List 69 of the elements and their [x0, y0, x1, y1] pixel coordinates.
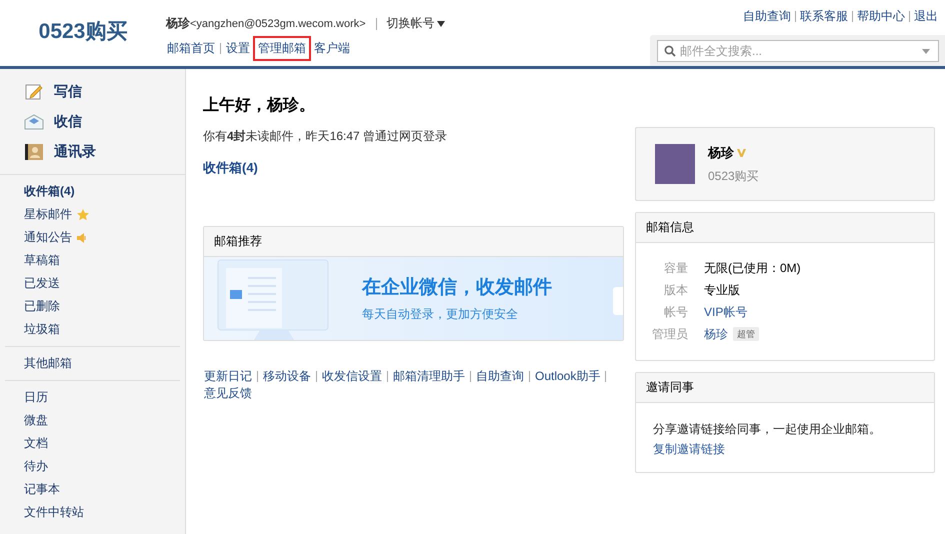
nav-link[interactable]: 设置	[225, 39, 251, 58]
folder-link[interactable]: 收件箱(4)	[24, 180, 180, 203]
folder-link[interactable]: 已删除	[24, 295, 180, 318]
promo-headline: 在企业微信，收发邮件	[362, 276, 552, 300]
search-field[interactable]: 邮件全文搜索...	[657, 40, 939, 62]
star-icon	[77, 208, 89, 220]
promo-banner[interactable]: 在企业微信，收发邮件 每天自动登录，更加方便安全	[204, 257, 623, 340]
pencil-note-icon	[24, 83, 44, 101]
speaker-icon	[77, 232, 87, 242]
folder-link[interactable]: 已发送	[24, 272, 180, 295]
sidebar-action[interactable]: 通讯录	[24, 137, 185, 167]
role-tag: 超管	[733, 327, 759, 341]
info-label: 版本	[663, 282, 688, 298]
card-title: 邮箱信息	[636, 213, 934, 243]
footer-link[interactable]: 移动设备	[262, 369, 312, 384]
nav-link[interactable]: 客户端	[313, 39, 351, 58]
card-title: 邀请同事	[636, 373, 934, 403]
other-mailbox-link[interactable]: 其他邮箱	[24, 352, 180, 375]
top-link[interactable]: 退出	[914, 8, 938, 25]
info-label: 容量	[663, 260, 688, 276]
folder-link[interactable]: 垃圾箱	[24, 318, 180, 341]
admin-name-link[interactable]: 杨珍	[704, 326, 728, 342]
nav-link[interactable]: 邮箱首页	[166, 39, 216, 58]
folder-link[interactable]: 通知公告	[24, 226, 180, 249]
info-value: 无限(已使用：0M)	[704, 260, 801, 276]
account-email: <yangzhen@0523gm.wecom.work>	[190, 18, 366, 30]
copy-invite-link[interactable]: 复制邀请链接	[653, 442, 725, 456]
info-label: 帐号	[663, 304, 688, 320]
info-label: 管理员	[651, 326, 688, 342]
folder-link[interactable]: 星标邮件	[24, 203, 180, 226]
dropdown-caret-icon	[922, 48, 930, 54]
app-link[interactable]: 待办	[24, 455, 180, 478]
footer-link[interactable]: 收发信设置	[321, 369, 383, 384]
top-link[interactable]: 自助查询	[743, 8, 791, 25]
sidebar-action[interactable]: 收信	[24, 107, 185, 137]
card-title: 邮箱推荐	[204, 227, 623, 257]
account-name: 杨珍	[166, 15, 190, 32]
footer-link[interactable]: 意见反馈	[203, 386, 253, 401]
logo-text: 0523购买	[38, 19, 128, 45]
folder-link[interactable]: 草稿箱	[24, 249, 180, 272]
footer-link[interactable]: 邮箱清理助手	[392, 369, 466, 384]
app-link[interactable]: 记事本	[24, 478, 180, 501]
search-icon	[664, 45, 676, 57]
footer-link[interactable]: Outlook助手	[534, 369, 602, 384]
profile-name: 杨珍	[708, 144, 734, 162]
info-value: 专业版	[704, 282, 740, 298]
login-info-text: 你有4封未读邮件，昨天16:47 曾通过网页登录	[203, 128, 448, 145]
footer-link[interactable]: 更新日记	[203, 369, 253, 384]
account-type-link[interactable]: VIP帐号	[704, 304, 748, 320]
inbox-link[interactable]: 收件箱(4)	[203, 159, 258, 177]
top-link[interactable]: 帮助中心	[857, 8, 905, 25]
footer-link[interactable]: 自助查询	[475, 369, 525, 384]
sidebar-action[interactable]: 写信	[24, 77, 185, 107]
app-link[interactable]: 微盘	[24, 409, 180, 432]
app-link[interactable]: 日历	[24, 386, 180, 409]
app-link[interactable]: 文件中转站	[24, 501, 180, 524]
invite-text: 分享邀请链接给同事，一起使用企业邮箱。	[653, 421, 882, 438]
top-link[interactable]: 联系客服	[800, 8, 848, 25]
greeting-heading: 上午好，杨珍。	[203, 96, 316, 116]
promo-subline: 每天自动登录，更加方便安全	[362, 306, 519, 323]
profile-company: 0523购买	[708, 168, 759, 184]
photo-placeholder	[655, 144, 695, 184]
app-link[interactable]: 文档	[24, 432, 180, 455]
verified-v-icon	[737, 148, 746, 156]
contact-card-icon	[24, 144, 44, 160]
switch-account-link[interactable]: 切换帐号	[386, 15, 445, 32]
envelope-icon	[24, 114, 44, 130]
nav-link[interactable]: 管理邮箱	[253, 36, 311, 61]
caret-icon	[436, 20, 445, 26]
